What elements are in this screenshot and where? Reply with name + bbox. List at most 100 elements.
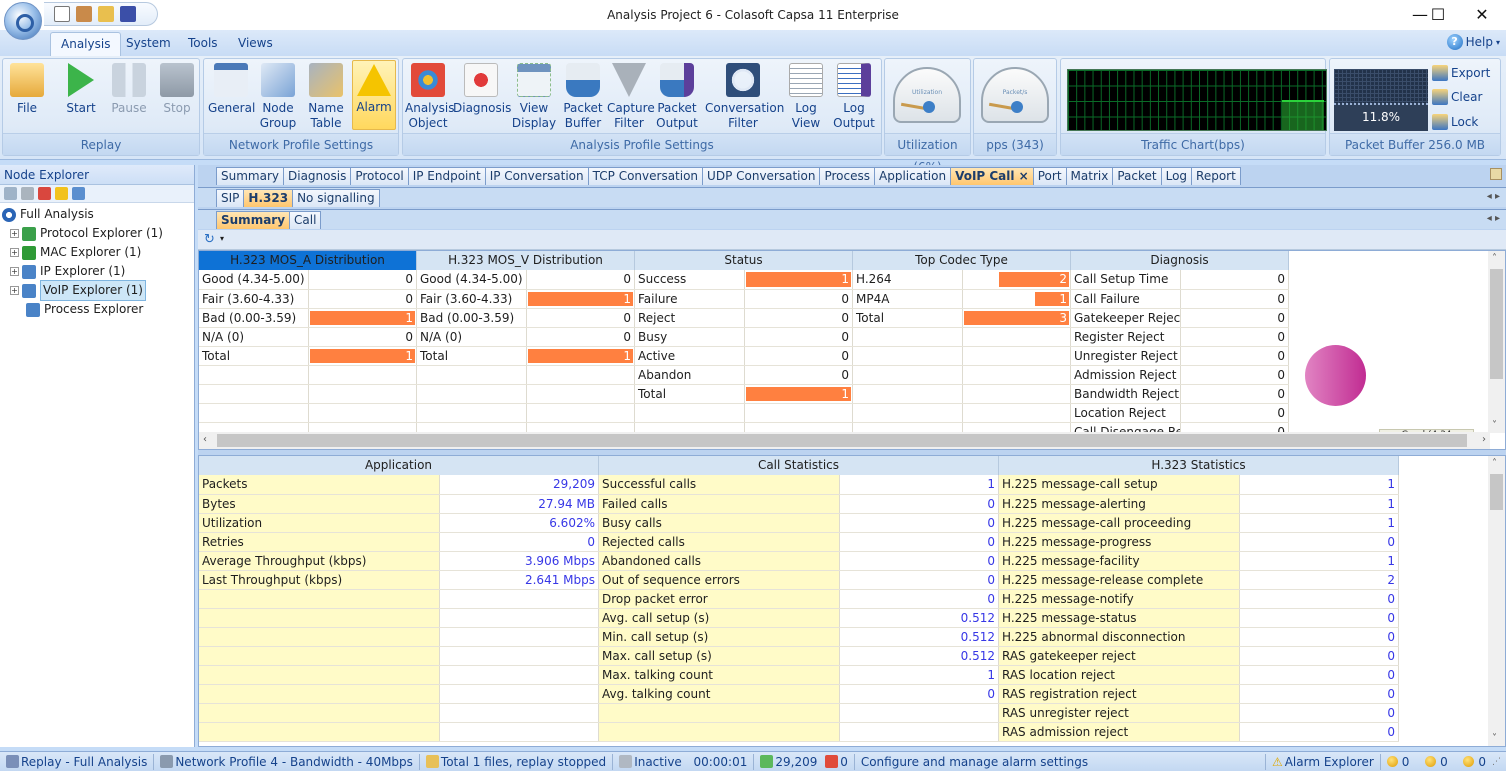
status-filter[interactable]: Inactive 00:00:01	[613, 753, 755, 770]
table-row[interactable]: H.264 2	[853, 270, 1071, 290]
maximize-button[interactable]: ☐	[1416, 0, 1460, 28]
table-row[interactable]: Gatekeeper Reject 0	[1071, 308, 1289, 328]
tab-voip-call[interactable]: VoIP Call ×	[950, 167, 1034, 185]
tab-ip-endpoint[interactable]: IP Endpoint	[407, 167, 486, 185]
alert-icon[interactable]	[55, 187, 68, 200]
column-header[interactable]: H.323 Statistics	[999, 456, 1399, 475]
h323-tab-summary[interactable]: Summary	[216, 211, 291, 229]
scroll-tabs-icon[interactable]: ◂ ▸	[1487, 191, 1500, 202]
table-row[interactable]: Retries 0	[199, 532, 599, 552]
table-row[interactable]: H.225 message-facility 1	[999, 551, 1399, 571]
table-row[interactable]: Bytes 27.94 MB	[199, 494, 599, 514]
view-display-button[interactable]: View Display	[511, 63, 557, 131]
vertical-scrollbar[interactable]: ˄ ˅	[1488, 251, 1505, 433]
table-row[interactable]: RAS gatekeeper reject 0	[999, 646, 1399, 666]
table-row[interactable]	[199, 384, 417, 404]
column-header[interactable]: Call Statistics	[599, 456, 999, 475]
table-row[interactable]: Bandwidth Reject 0	[1071, 384, 1289, 404]
log-view-button[interactable]: Log View	[787, 63, 825, 131]
table-row[interactable]	[199, 403, 417, 423]
node-icon[interactable]	[38, 187, 51, 200]
scroll-tabs-icon[interactable]: ◂ ▸	[1487, 213, 1500, 224]
table-row[interactable]: Packets 29,209	[199, 475, 599, 495]
tab-analysis[interactable]: Analysis	[50, 32, 122, 56]
table-row[interactable]: H.225 message-alerting 1	[999, 494, 1399, 514]
column-header[interactable]: Status	[635, 251, 853, 270]
table-row[interactable]: Drop packet error 0	[599, 589, 999, 609]
table-row[interactable]	[417, 384, 635, 404]
table-row[interactable]	[599, 722, 999, 742]
table-icon[interactable]	[4, 187, 17, 200]
diagnosis-button[interactable]: Diagnosis	[453, 63, 511, 116]
table-row[interactable]: Busy calls 0	[599, 513, 999, 533]
table-row[interactable]: Fair (3.60-4.33) 0	[199, 289, 417, 309]
table-row[interactable]: H.225 message-progress 0	[999, 532, 1399, 552]
table-row[interactable]: Total 1	[417, 346, 635, 366]
status-files[interactable]: Total 1 files, replay stopped	[420, 753, 614, 770]
tree-item[interactable]: + Protocol Explorer (1)	[2, 224, 194, 243]
table-row[interactable]: Average Throughput (kbps) 3.906 Mbps	[199, 551, 599, 571]
vertical-scrollbar[interactable]: ˄ ˅	[1488, 456, 1505, 746]
column-header[interactable]: Application	[199, 456, 599, 475]
tab-matrix[interactable]: Matrix	[1065, 167, 1114, 185]
table-row[interactable]: Last Throughput (kbps) 2.641 Mbps	[199, 570, 599, 590]
voip-tab-sip[interactable]: SIP	[216, 189, 245, 207]
table-row[interactable]	[635, 403, 853, 423]
stop-button[interactable]: Stop	[157, 63, 197, 116]
table-row[interactable]: Register Reject 0	[1071, 327, 1289, 347]
table-row[interactable]	[199, 722, 599, 742]
table-row[interactable]: Total 3	[853, 308, 1071, 328]
expand-icon[interactable]: +	[10, 286, 19, 295]
tab-application[interactable]: Application	[874, 167, 952, 185]
table-row[interactable]: Failed calls 0	[599, 494, 999, 514]
table-row[interactable]	[853, 365, 1071, 385]
status-replay[interactable]: Replay - Full Analysis	[0, 753, 155, 770]
pause-button[interactable]: Pause	[109, 63, 149, 116]
table-row[interactable]	[853, 346, 1071, 366]
scroll-thumb[interactable]	[1490, 474, 1503, 510]
table-row[interactable]: Abandoned calls 0	[599, 551, 999, 571]
file-button[interactable]: File	[9, 63, 45, 116]
dropdown-icon[interactable]: ▾	[220, 234, 224, 243]
conversation-filter-button[interactable]: Conversation Filter	[705, 63, 784, 131]
tab-summary[interactable]: Summary	[216, 167, 284, 185]
scroll-thumb[interactable]	[1490, 269, 1503, 379]
table-row[interactable]: Busy 0	[635, 327, 853, 347]
help-menu[interactable]: ? Help ▾	[1446, 34, 1500, 50]
table-row[interactable]	[417, 365, 635, 385]
table-row[interactable]	[853, 327, 1071, 347]
table-row[interactable]: Max. call setup (s) 0.512	[599, 646, 999, 666]
table-row[interactable]: Successful calls 1	[599, 475, 999, 495]
column-header[interactable]: H.323 MOS_A Distribution	[199, 251, 417, 270]
export-button[interactable]: Export	[1432, 65, 1490, 81]
table-row[interactable]: MP4A 1	[853, 289, 1071, 309]
expand-icon[interactable]: +	[10, 248, 19, 257]
expand-icon[interactable]: +	[10, 267, 19, 276]
voip-tab-h-323[interactable]: H.323	[243, 189, 294, 207]
tab-protocol[interactable]: Protocol	[350, 167, 409, 185]
table-row[interactable]: H.225 message-release complete 2	[999, 570, 1399, 590]
table-row[interactable]	[199, 684, 599, 704]
tree-item-full-analysis[interactable]: Full Analysis	[2, 205, 194, 224]
tab-views[interactable]: Views	[228, 32, 283, 56]
tab-packet[interactable]: Packet	[1112, 167, 1162, 185]
tree-item[interactable]: + MAC Explorer (1)	[2, 243, 194, 262]
horizontal-scrollbar[interactable]: ‹ ›	[199, 432, 1490, 449]
tab-tools[interactable]: Tools	[178, 32, 228, 56]
table-row[interactable]: H.225 message-notify 0	[999, 589, 1399, 609]
table-row[interactable]	[599, 703, 999, 723]
table-row[interactable]: Call Setup Time 0	[1071, 270, 1289, 290]
table-row[interactable]: RAS location reject 0	[999, 665, 1399, 685]
alarm-button[interactable]: Alarm	[352, 60, 396, 130]
table-row[interactable]	[199, 646, 599, 666]
lock-button[interactable]: Lock	[1432, 114, 1478, 130]
table-row[interactable]: Min. call setup (s) 0.512	[599, 627, 999, 647]
filter-icon[interactable]	[21, 187, 34, 200]
table-row[interactable]: Failure 0	[635, 289, 853, 309]
tab-menu-icon[interactable]	[1490, 168, 1502, 180]
tree-item[interactable]: Process Explorer	[2, 300, 194, 319]
table-row[interactable]	[199, 365, 417, 385]
column-header[interactable]: H.323 MOS_V Distribution	[417, 251, 635, 270]
table-row[interactable]: Bad (0.00-3.59) 0	[417, 308, 635, 328]
resize-grip-icon[interactable]: ⋰	[1492, 757, 1506, 767]
